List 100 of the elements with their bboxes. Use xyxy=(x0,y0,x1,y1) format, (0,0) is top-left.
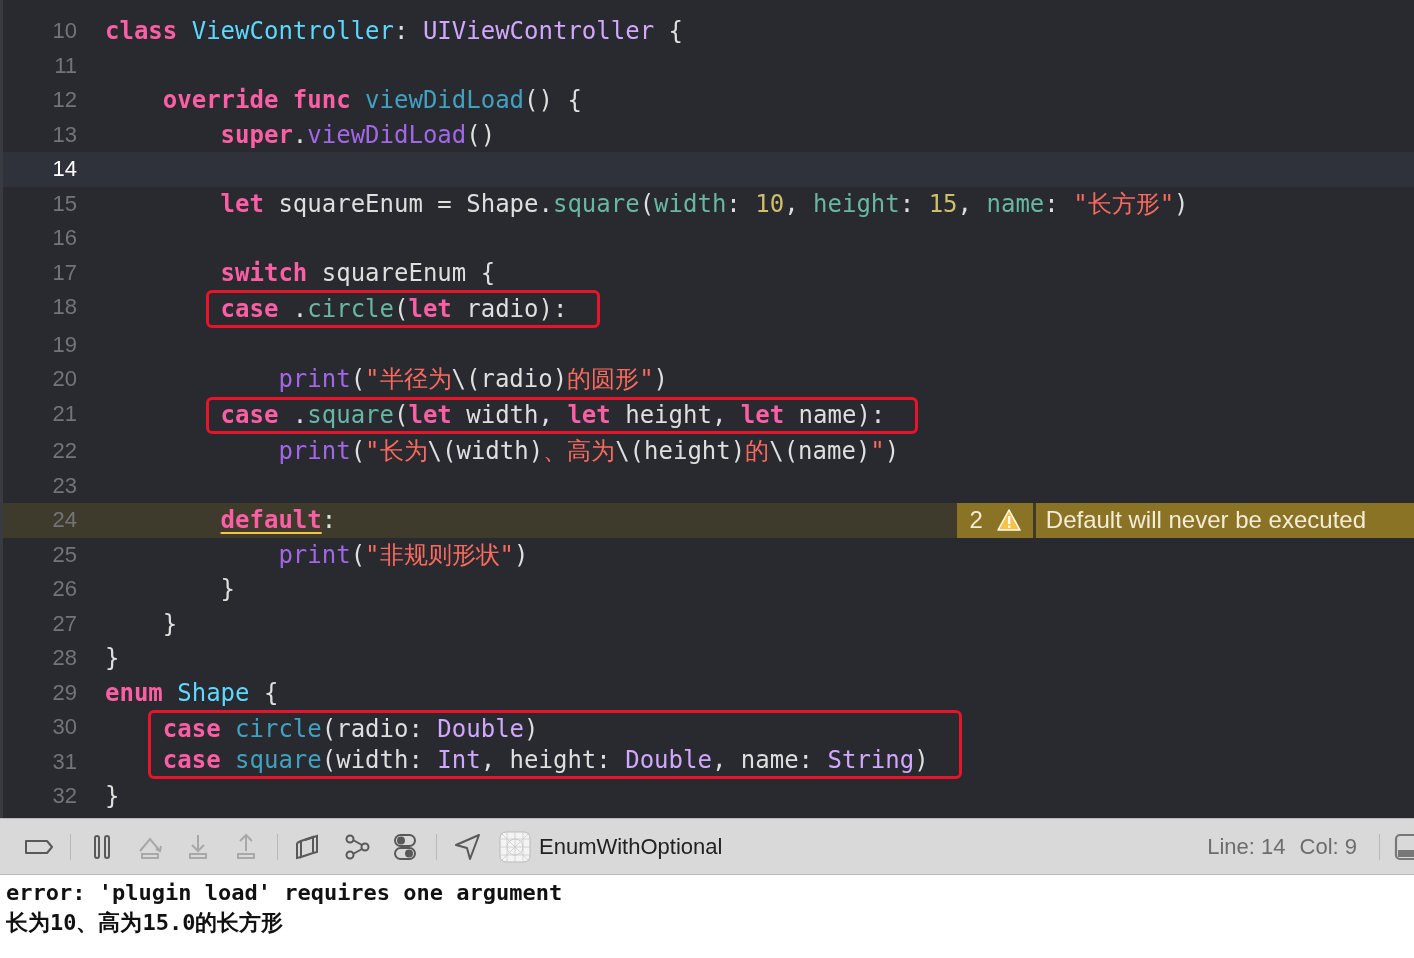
code-text: , height: xyxy=(480,746,612,775)
code-text: ( xyxy=(639,189,655,218)
number-literal: 15 xyxy=(928,189,958,218)
keyword: enum xyxy=(105,678,163,707)
line-number: 21 xyxy=(51,400,78,427)
type-name: String xyxy=(827,746,915,775)
line-number: 13 xyxy=(51,121,78,148)
string-literal: " xyxy=(870,437,885,466)
type-name: Double xyxy=(625,746,712,775)
code-text: (radio: xyxy=(321,714,424,743)
member-name: circle xyxy=(307,294,394,323)
code-text: : xyxy=(394,17,410,46)
code-text: } xyxy=(162,609,178,638)
code-text: ) xyxy=(653,365,669,394)
string-literal: 、高为 xyxy=(543,436,616,468)
code-editor[interactable] xyxy=(0,0,1414,818)
warning-count[interactable]: 2 xyxy=(957,503,1033,538)
function-name: square xyxy=(234,746,322,775)
keyword: let xyxy=(408,401,452,430)
code-text: : xyxy=(321,506,337,535)
line-number: 24 xyxy=(51,507,78,534)
code-text: ) xyxy=(884,437,900,466)
code-text: ( xyxy=(350,365,366,394)
code-text: height, xyxy=(624,401,728,430)
line-number: 14 xyxy=(51,156,78,183)
line-number: 11 xyxy=(53,52,78,79)
string-literal: "长为 xyxy=(365,436,428,468)
column-indicator: Col: 9 xyxy=(1299,833,1357,860)
keyword: case xyxy=(162,714,221,743)
line-number: 18 xyxy=(51,294,78,321)
code-text: { xyxy=(667,17,683,46)
line-number: 27 xyxy=(51,610,78,637)
function-name: circle xyxy=(234,714,322,743)
code-text: : xyxy=(899,189,916,218)
string-literal: 的 xyxy=(745,436,770,468)
keyword: super xyxy=(220,120,293,149)
line-number: 28 xyxy=(51,645,78,672)
code-text: } xyxy=(220,575,236,604)
line-number: 32 xyxy=(51,783,78,810)
line-indicator: Line: 14 xyxy=(1207,833,1286,860)
console-line: 长为10、高为15.0的长方形 xyxy=(6,909,285,937)
keyword: let xyxy=(220,189,264,218)
code-text: width, xyxy=(465,401,554,430)
code-text: squareEnum = Shape. xyxy=(277,189,553,218)
member-name: width xyxy=(654,189,727,218)
code-text: ( xyxy=(394,401,409,430)
function-call: print xyxy=(278,540,351,569)
keyword: override func xyxy=(162,86,351,115)
code-text: { xyxy=(262,678,279,707)
line-number: 25 xyxy=(51,541,78,568)
string-literal: "半径为 xyxy=(365,364,452,396)
member-name: square xyxy=(552,189,640,218)
line-number: 31 xyxy=(51,748,78,775)
member-name: height xyxy=(813,189,900,218)
line-number: 10 xyxy=(51,18,78,45)
code-text: . xyxy=(291,401,308,430)
code-text: . xyxy=(291,294,308,323)
function-name: viewDidLoad xyxy=(364,86,525,115)
line-number: 23 xyxy=(51,472,78,499)
code-text: \(height) xyxy=(615,437,746,466)
line-number: 15 xyxy=(51,190,78,217)
code-text: , xyxy=(957,189,974,218)
string-literal: "非规则形状" xyxy=(365,539,514,571)
type-name: ViewController xyxy=(190,17,394,46)
type-name: Shape xyxy=(176,678,250,707)
string-literal: 的圆形" xyxy=(567,364,654,396)
code-text: (width: xyxy=(321,746,424,775)
keyword: class xyxy=(105,17,178,46)
code-text: () { xyxy=(524,86,582,115)
code-text: , xyxy=(784,189,800,218)
keyword: switch xyxy=(220,258,308,287)
keyword: case xyxy=(220,294,279,323)
warning-message: Default will never be executed xyxy=(1035,503,1414,538)
code-text: } xyxy=(105,782,120,811)
code-text: ( xyxy=(394,294,409,323)
keyword: let xyxy=(740,401,785,430)
code-text: . xyxy=(292,120,308,149)
code-text: squareEnum { xyxy=(320,258,496,287)
function-call: viewDidLoad xyxy=(307,120,467,149)
line-number: 17 xyxy=(51,259,78,286)
code-text: \(radio) xyxy=(451,365,568,394)
line-number: 19 xyxy=(51,331,78,358)
line-number: 16 xyxy=(51,225,78,252)
code-text: \(width) xyxy=(427,437,544,466)
code-text: \(name) xyxy=(769,437,871,466)
string-literal: "长方形" xyxy=(1073,188,1175,220)
code-text: ) xyxy=(1174,189,1189,218)
number-literal: 10 xyxy=(755,189,785,218)
function-call: print xyxy=(278,437,351,466)
code-text: ) xyxy=(514,540,529,569)
keyword: let xyxy=(408,294,452,323)
type-name: Int xyxy=(437,746,481,775)
scheme-name[interactable]: EnumWithOptional xyxy=(539,833,723,860)
panel-toggle-icon[interactable] xyxy=(1394,832,1414,861)
member-name: name xyxy=(986,189,1045,218)
warning-icon xyxy=(996,509,1021,532)
member-name: square xyxy=(307,401,394,430)
type-name: Double xyxy=(437,714,525,743)
console-line: error: 'plugin load' requires one argument xyxy=(6,879,564,907)
keyword: default xyxy=(220,506,322,535)
